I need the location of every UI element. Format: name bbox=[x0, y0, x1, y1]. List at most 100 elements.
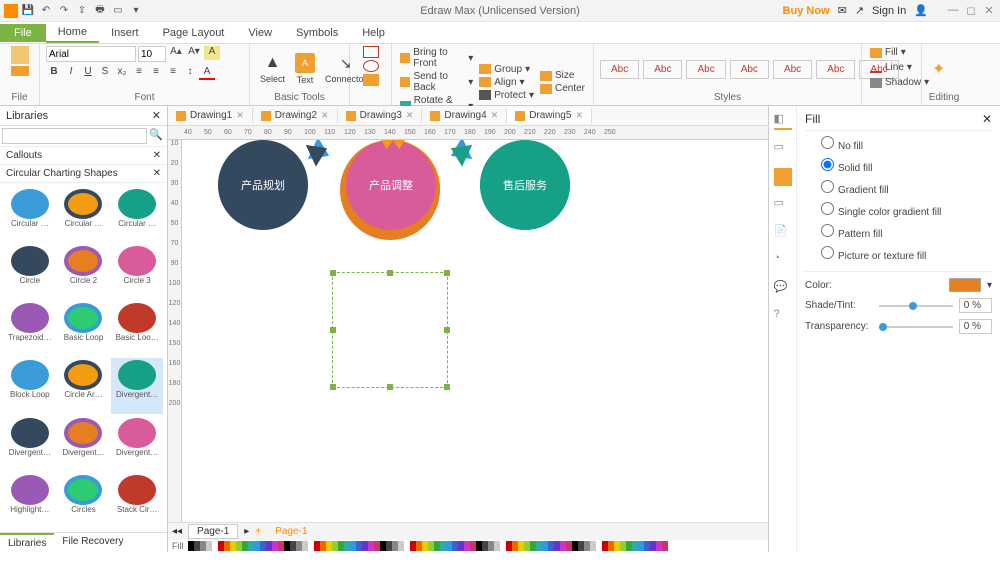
tab-symbols[interactable]: Symbols bbox=[284, 24, 350, 42]
fill-option-solid-fill[interactable]: Solid fill bbox=[805, 155, 992, 177]
line-tab-icon[interactable]: ▭ bbox=[774, 140, 792, 158]
font-color-button[interactable]: A bbox=[199, 66, 215, 80]
style-preset-1[interactable]: Abc bbox=[600, 60, 639, 79]
transparency-slider[interactable] bbox=[879, 326, 953, 328]
shape-circle-ar-[interactable]: Circle Ar… bbox=[58, 358, 110, 413]
shape-trapezoid-[interactable]: Trapezoid… bbox=[4, 301, 56, 356]
italic-button[interactable]: I bbox=[63, 66, 79, 80]
style-preset-4[interactable]: Abc bbox=[730, 60, 769, 79]
shade-slider[interactable] bbox=[879, 305, 953, 307]
doc-tab-drawing1[interactable]: Drawing1 ✕ bbox=[168, 108, 253, 123]
clipboard-icon[interactable] bbox=[11, 66, 29, 76]
shape-divergent-[interactable]: Divergent… bbox=[111, 416, 163, 471]
grow-font-icon[interactable]: A▴ bbox=[168, 46, 184, 60]
tab-home[interactable]: Home bbox=[46, 23, 99, 43]
paste-icon[interactable] bbox=[11, 46, 29, 64]
bold-button[interactable]: B bbox=[46, 66, 62, 80]
canvas[interactable]: 产品创作 产品设计 产品推广 产品 产品规划 售后服务 产品调整 bbox=[182, 140, 768, 522]
charting-section[interactable]: Circular Charting Shapes bbox=[6, 168, 118, 179]
page-tab-icon[interactable]: 📄 bbox=[774, 224, 792, 242]
fill-option-pattern-fill[interactable]: Pattern fill bbox=[805, 221, 992, 243]
tab-view[interactable]: View bbox=[236, 24, 284, 42]
shape-circle-2[interactable]: Circle 2 bbox=[58, 244, 110, 299]
select-tool[interactable]: ▲Select bbox=[256, 52, 289, 86]
underline-button[interactable]: U bbox=[80, 66, 96, 80]
preview-icon[interactable]: ▭ bbox=[110, 3, 126, 19]
doc-tab-drawing4[interactable]: Drawing4 ✕ bbox=[422, 108, 507, 123]
comment-tab-icon[interactable]: 💬 bbox=[774, 280, 792, 298]
line-spacing-button[interactable]: ↕ bbox=[182, 66, 198, 80]
shape-stack-cir-[interactable]: Stack Cir… bbox=[111, 473, 163, 528]
redo-icon[interactable]: ↷ bbox=[56, 3, 72, 19]
page-nav-next[interactable]: ▸ bbox=[244, 526, 249, 537]
close-icon[interactable]: ✕ bbox=[982, 4, 996, 17]
sign-in-link[interactable]: Sign In bbox=[872, 5, 906, 17]
export-icon[interactable]: ⇪ bbox=[74, 3, 90, 19]
shadow-tab-icon[interactable] bbox=[774, 168, 792, 186]
shape-divergent-[interactable]: Divergent… bbox=[111, 358, 163, 413]
shape-circle[interactable]: Circle bbox=[4, 244, 56, 299]
fill-option-picture-or-texture-fill[interactable]: Picture or texture fill bbox=[805, 243, 992, 265]
page-nav-prev[interactable]: ◂◂ bbox=[172, 526, 182, 537]
style-preset-5[interactable]: Abc bbox=[773, 60, 812, 79]
print-icon[interactable]: 🖶 bbox=[92, 3, 108, 19]
shape-circular-[interactable]: Circular … bbox=[58, 187, 110, 242]
buy-now-link[interactable]: Buy Now bbox=[783, 5, 830, 17]
shape-block-loop[interactable]: Block Loop bbox=[4, 358, 56, 413]
group-button[interactable]: Group ▾ bbox=[477, 63, 536, 76]
color-picker[interactable] bbox=[949, 278, 981, 292]
user-icon[interactable]: 👤 bbox=[914, 4, 928, 17]
shape-highlight-[interactable]: Highlight… bbox=[4, 473, 56, 528]
style-preset-2[interactable]: Abc bbox=[643, 60, 682, 79]
highlight-icon[interactable]: A bbox=[204, 46, 220, 60]
libraries-close-icon[interactable]: ✕ bbox=[152, 109, 161, 122]
style-preset-3[interactable]: Abc bbox=[686, 60, 725, 79]
page-1-active[interactable]: Page-1 bbox=[267, 525, 315, 538]
mail-icon[interactable]: ✉ bbox=[838, 4, 847, 17]
shape-ellipse[interactable] bbox=[363, 60, 379, 72]
undo-icon[interactable]: ↶ bbox=[38, 3, 54, 19]
libraries-tab[interactable]: Libraries bbox=[0, 533, 54, 552]
doc-tab-drawing2[interactable]: Drawing2 ✕ bbox=[253, 108, 338, 123]
fill-panel-close-icon[interactable]: ✕ bbox=[982, 112, 992, 126]
search-icon[interactable]: 🔍 bbox=[147, 128, 165, 144]
send-back-button[interactable]: Send to Back ▾ bbox=[398, 70, 475, 94]
file-menu[interactable]: File bbox=[0, 24, 46, 42]
maximize-icon[interactable]: ◻ bbox=[964, 4, 978, 17]
share-icon[interactable]: ↗ bbox=[855, 4, 864, 17]
center-button[interactable]: Center bbox=[538, 82, 587, 95]
numbering-button[interactable]: ≡ bbox=[148, 66, 164, 80]
line-dropdown[interactable]: Line ▾ bbox=[868, 61, 914, 74]
page-1[interactable]: Page-1 bbox=[188, 524, 238, 539]
strike-button[interactable]: S bbox=[97, 66, 113, 80]
fill-option-gradient-fill[interactable]: Gradient fill bbox=[805, 177, 992, 199]
shape-divergent-[interactable]: Divergent… bbox=[58, 416, 110, 471]
align-button[interactable]: Align ▾ bbox=[477, 76, 536, 89]
shade-value[interactable]: 0 % bbox=[959, 298, 992, 313]
node-bottom-right[interactable]: 售后服务 bbox=[480, 140, 570, 230]
protect-button[interactable]: Protect ▾ bbox=[477, 89, 536, 102]
app-icon[interactable] bbox=[4, 4, 18, 18]
color-swatches[interactable] bbox=[188, 541, 668, 551]
qat-dropdown-icon[interactable]: ▾ bbox=[128, 3, 144, 19]
fill-dropdown[interactable]: Fill ▾ bbox=[868, 46, 908, 59]
doc-tab-drawing5[interactable]: Drawing5 ✕ bbox=[507, 108, 592, 123]
callouts-section[interactable]: Callouts bbox=[6, 150, 42, 161]
page-add[interactable]: + bbox=[255, 526, 261, 537]
save-icon[interactable]: 💾 bbox=[20, 3, 36, 19]
bullets-button[interactable]: ≡ bbox=[131, 66, 147, 80]
shape-circles[interactable]: Circles bbox=[58, 473, 110, 528]
size-button[interactable]: Size bbox=[538, 69, 587, 82]
shape-divergent-[interactable]: Divergent… bbox=[4, 416, 56, 471]
transparency-value[interactable]: 0 % bbox=[959, 319, 992, 334]
doc-tab-drawing3[interactable]: Drawing3 ✕ bbox=[338, 108, 423, 123]
align-left-button[interactable]: ≡ bbox=[165, 66, 181, 80]
tab-insert[interactable]: Insert bbox=[99, 24, 151, 42]
fill-option-single-color-gradient-fill[interactable]: Single color gradient fill bbox=[805, 199, 992, 221]
bring-front-button[interactable]: Bring to Front ▾ bbox=[398, 46, 475, 70]
editing-button[interactable]: ✦ bbox=[928, 57, 949, 81]
text-tool[interactable]: AText bbox=[291, 51, 319, 87]
shape-fill[interactable] bbox=[363, 74, 379, 86]
shape-circle-3[interactable]: Circle 3 bbox=[111, 244, 163, 299]
help-tab-icon[interactable]: ? bbox=[774, 308, 792, 326]
